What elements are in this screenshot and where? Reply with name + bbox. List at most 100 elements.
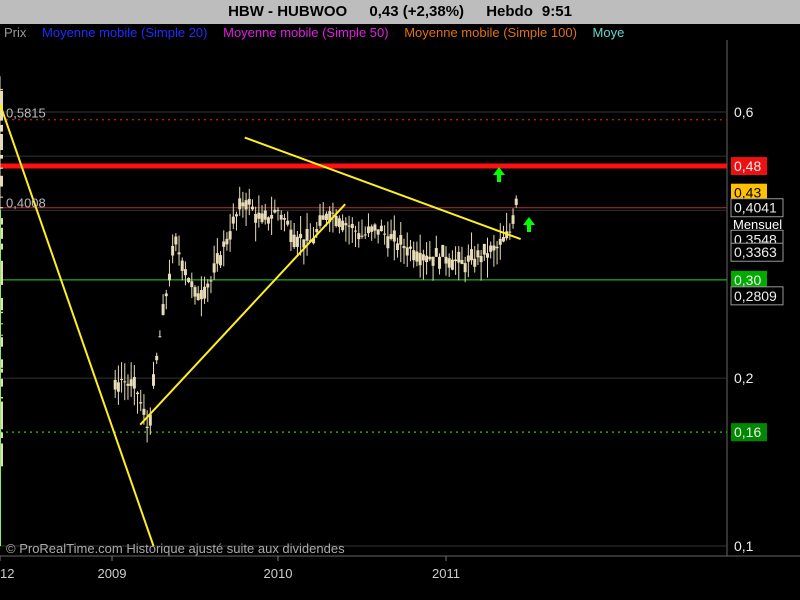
candle-body	[473, 258, 477, 267]
candle-body	[376, 229, 380, 235]
candle-body	[347, 225, 351, 227]
candle-body	[228, 231, 232, 240]
steep-downtrend-line	[0, 103, 155, 547]
candle-body	[460, 259, 464, 264]
candle-body	[418, 252, 422, 266]
candle-body	[457, 251, 461, 263]
candle-body	[263, 210, 267, 220]
candle-body	[415, 251, 419, 262]
candle-body	[402, 246, 406, 249]
candle-body	[161, 304, 165, 315]
candle-body	[244, 200, 248, 210]
candle-body	[498, 238, 502, 245]
candle-body	[454, 259, 458, 262]
candle-body	[145, 426, 149, 429]
legend: Prix Moyenne mobile (Simple 20) Moyenne …	[4, 25, 730, 40]
candle-body	[238, 198, 242, 210]
candle-body	[209, 280, 213, 282]
candle-body	[222, 241, 226, 247]
price-label-1: 0,48	[734, 158, 761, 174]
candle-body	[266, 217, 270, 224]
candle-body	[428, 256, 432, 260]
candle-body	[463, 263, 467, 273]
candle-body	[421, 254, 425, 261]
candle-body	[289, 229, 293, 243]
legend-item-ma100: Moyenne mobile (Simple 100)	[404, 25, 577, 40]
candle-body	[203, 286, 207, 299]
candle-body	[273, 209, 277, 213]
candle-body	[187, 277, 191, 283]
candle-body	[196, 293, 200, 301]
candle-body	[486, 253, 489, 258]
candle-body	[444, 256, 448, 264]
candle-body	[219, 255, 223, 266]
candle-body	[466, 255, 470, 262]
chart-window: HBW - HUBWOO 0,43 (+2,38%) Hebdo 9:51 0,5…	[0, 0, 800, 600]
candle-body	[177, 252, 181, 255]
candle-body	[412, 250, 416, 261]
candle-body	[363, 234, 367, 236]
candle-body	[136, 392, 140, 395]
price-label-9: 0,16	[734, 424, 761, 440]
candle-body	[508, 231, 512, 233]
candle-body	[479, 255, 483, 263]
candle-body	[212, 263, 216, 273]
candle-body	[152, 374, 155, 386]
candle-body	[299, 233, 303, 239]
candle-body	[438, 256, 442, 269]
price-label-10: 0,1	[734, 538, 754, 554]
candle-body	[341, 220, 345, 231]
candle-body	[139, 402, 143, 404]
candle-body	[120, 379, 124, 381]
candle-body	[399, 235, 403, 245]
candle-body	[279, 214, 283, 220]
price-chart[interactable]: 0,58150,400820092010201120120,60,480,430…	[0, 0, 800, 600]
candle-body	[350, 223, 354, 229]
candle-body	[425, 255, 429, 263]
candle-body	[180, 260, 184, 271]
candle-body	[305, 229, 309, 241]
candle-body	[357, 233, 361, 240]
candle-body	[171, 245, 175, 256]
candle-body	[511, 215, 515, 224]
candle-body	[231, 216, 235, 224]
candle-body	[392, 230, 396, 242]
legend-item-ma-other: Moye	[592, 25, 625, 40]
candle-body	[0, 154, 3, 159]
price-label-8: 0,2	[734, 370, 754, 386]
candle-body	[434, 248, 438, 257]
candle-body	[492, 245, 496, 251]
price-label-6: 0,30	[734, 272, 761, 288]
candle-body	[373, 224, 377, 231]
legend-item-ma20: Moyenne mobile (Simple 20)	[42, 25, 208, 40]
candle-body	[441, 245, 445, 257]
candle-body	[450, 259, 454, 270]
candle-body	[0, 196, 3, 198]
candle-body	[431, 256, 435, 266]
candle-body	[405, 247, 409, 256]
candle-body	[129, 379, 133, 387]
mensuel-label: Mensuel	[733, 217, 783, 232]
price-label-7: 0,2809	[734, 288, 777, 304]
candle-body	[132, 376, 136, 389]
candle-body	[366, 226, 370, 234]
value-annotation-0: 0,5815	[6, 106, 46, 121]
candle-body	[113, 379, 117, 390]
candle-body	[183, 269, 187, 276]
candle-body	[383, 233, 387, 235]
candle-body	[334, 215, 338, 227]
candle-body	[247, 198, 251, 205]
candle-body	[126, 383, 130, 386]
candle-body	[476, 250, 480, 258]
candle-body	[123, 381, 127, 383]
candle-body	[354, 230, 358, 232]
candle-body	[254, 213, 258, 223]
uptrend-line	[139, 203, 346, 426]
candle-body	[270, 214, 274, 219]
candle-body	[370, 226, 374, 232]
candle-body	[360, 235, 364, 237]
candle-body	[470, 249, 474, 261]
candle-body	[250, 206, 254, 210]
candle-body	[389, 234, 393, 239]
candle-body	[257, 212, 261, 219]
